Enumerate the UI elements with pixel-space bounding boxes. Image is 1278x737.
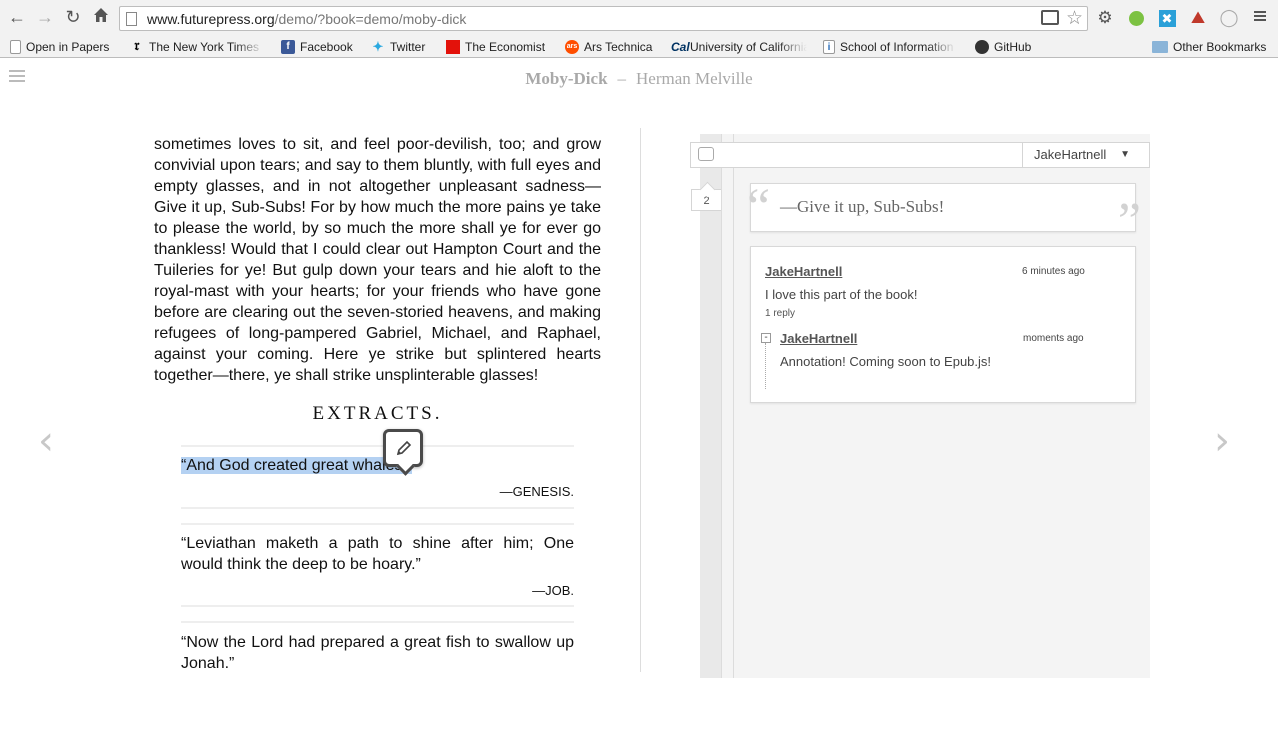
facebook-icon: f [281,40,295,54]
bookmark-facebook[interactable]: f Facebook [281,39,353,55]
hamburger-icon[interactable] [1250,8,1270,28]
extract-text: “Leviathan maketh a path to shine after … [181,535,574,573]
chevron-down-icon: ▼ [1120,149,1130,160]
annotation-quote: —Give it up, Sub-Subs! [780,197,945,216]
twitter-icon: ✦ [372,39,384,54]
extract-genesis: “And God created great whales.” —GENESIS… [181,455,574,499]
page-icon [126,12,137,26]
back-icon[interactable]: ← [6,6,28,28]
panel-rail-line [733,134,734,678]
address-bar[interactable]: www.futurepress.org/demo/?book=demo/moby… [119,6,1088,31]
book-author: Herman Melville [636,69,753,88]
extract-attribution: —GENESIS. [499,484,574,499]
extract-divider [181,445,574,447]
extract-job: “Leviathan maketh a path to shine after … [181,533,574,598]
highlighted-text[interactable]: “And God created great whales.” [181,457,413,474]
extract-text: “Now the Lord had prepared a great fish … [181,634,574,672]
annotation-quote-card: “ —Give it up, Sub-Subs! ” [747,179,1141,248]
reply-time: moments ago [1023,333,1084,344]
bookmark-nyt[interactable]: 𝔯 The New York Times [130,39,264,55]
bookmarks-bar: Open in Papers 𝔯 The New York Times f Face… [0,36,1278,58]
extract-divider [181,605,574,607]
reload-icon[interactable]: ↻ [62,6,84,28]
ischool-icon: i [823,40,835,54]
book-paragraph: sometimes loves to sit, and feel poor-de… [154,136,601,384]
book-title-bar: Moby-Dick – Herman Melville [0,69,1278,89]
annotation-count-badge[interactable]: 2 [691,189,721,211]
comment-body: I love this part of the book! [765,287,918,302]
home-icon[interactable] [90,6,112,28]
economist-icon [446,40,460,54]
title-separator: – [617,69,627,88]
user-filter-dropdown[interactable]: JakeHartnell ▼ [1022,142,1150,168]
collapse-icon[interactable]: - [761,333,771,343]
close-quote-icon: ” [1117,193,1141,250]
extracts-heading: EXTRACTS. [312,403,443,424]
next-page-arrow[interactable]: › [1214,418,1230,464]
extract-divider [181,507,574,509]
ars-icon: ars [565,40,579,54]
folder-icon [1152,41,1168,53]
bookmark-other[interactable]: Other Bookmarks [1152,39,1266,55]
bookmark-ischool[interactable]: i School of Information [823,39,956,55]
nyt-icon: 𝔯 [134,39,140,54]
url-text: www.futurepress.org/demo/?book=demo/moby… [147,11,467,27]
reply-body: Annotation! Coming soon to Epub.js! [780,354,992,369]
extract-divider [181,523,574,525]
annotation-comments-card: JakeHartnell 6 minutes ago I love this p… [750,246,1136,403]
extract-jonah: “Now the Lord had prepared a great fish … [181,632,574,674]
gray-extension-icon[interactable]: ◯ [1219,8,1239,28]
reply-thread-line [765,343,766,389]
comment-replies-link[interactable]: 1 reply [765,308,795,319]
gear-icon[interactable]: ⚙ [1095,8,1115,28]
user-filter-value: JakeHartnell [1034,147,1107,162]
page-divider [640,128,641,672]
bookmark-ars-technica[interactable]: ars Ars Technica [565,39,652,55]
bookmark-open-in-papers[interactable]: Open in Papers [10,39,109,55]
annotate-pen-button[interactable] [383,429,423,467]
pen-icon [396,440,412,456]
green-extension-icon[interactable] [1126,8,1146,28]
speech-bubble-icon [698,147,714,161]
open-quote-icon: “ [747,179,771,236]
page-icon [10,40,21,54]
browser-toolbar: ← → ↻ www.futurepress.org/demo/?book=dem… [0,0,1278,36]
red-extension-icon[interactable]: ⛰ [1188,8,1208,28]
extract-attribution: —JOB. [532,583,574,598]
star-icon[interactable]: ☆ [1066,7,1083,30]
blue-extension-icon[interactable]: ✖ [1157,8,1177,28]
extract-divider [181,621,574,623]
cal-icon: Cal [671,40,690,54]
bookmark-twitter[interactable]: ✦ Twitter [371,39,426,55]
reply-author[interactable]: JakeHartnell [780,331,857,346]
comment-time: 6 minutes ago [1022,266,1085,277]
bookmark-github[interactable]: GitHub [975,39,1031,55]
comment-bubble-icon[interactable] [1041,10,1059,25]
github-icon [975,40,989,54]
bookmark-economist[interactable]: The Economist [446,39,545,55]
panel-rail [700,134,722,678]
comment-author[interactable]: JakeHartnell [765,264,842,279]
forward-icon[interactable]: → [34,6,56,28]
prev-page-arrow[interactable]: ‹ [38,418,54,464]
book-title: Moby-Dick [525,69,608,88]
bookmark-uc[interactable]: Cal University of California [671,39,807,55]
